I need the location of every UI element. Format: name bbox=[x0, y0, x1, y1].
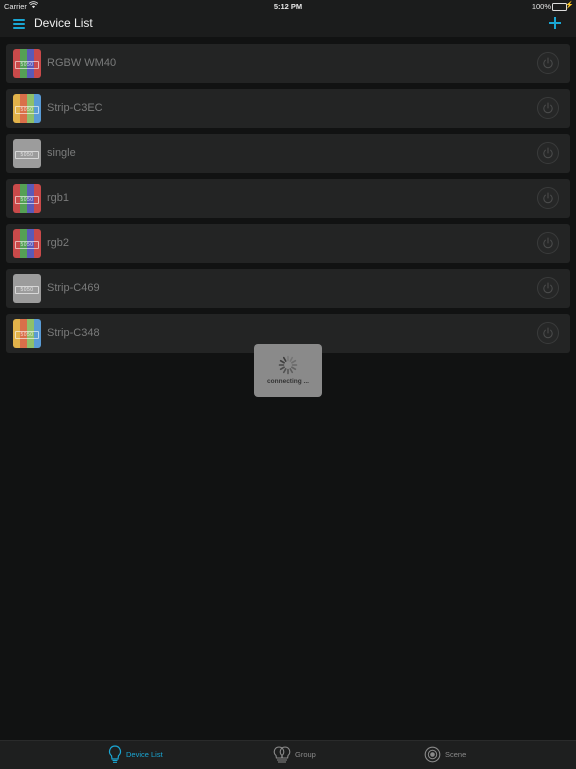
rgb-strip-icon: 5050 bbox=[13, 49, 41, 78]
strip-chip-label: 5050 bbox=[15, 151, 39, 159]
power-icon bbox=[543, 147, 553, 159]
tab-group[interactable]: Group bbox=[272, 741, 332, 769]
device-name: Strip-C348 bbox=[47, 327, 100, 339]
strip-chip-label: 5050 bbox=[15, 106, 39, 114]
add-device-plus-icon[interactable] bbox=[547, 15, 563, 31]
device-name: RGBW WM40 bbox=[47, 57, 117, 69]
device-list: 5050 RGBW WM40 5050 Strip-C3EC 5050 single 505… bbox=[6, 44, 570, 359]
power-icon bbox=[543, 102, 553, 114]
hamburger-menu-icon[interactable] bbox=[13, 19, 25, 29]
device-row[interactable]: 5050 Strip-C469 bbox=[6, 269, 570, 308]
single-color-strip-icon: 5050 bbox=[13, 139, 41, 168]
multicolor-strip-icon: 5050 bbox=[13, 94, 41, 123]
strip-chip-label: 5050 bbox=[15, 286, 39, 294]
device-row[interactable]: 5050 RGBW WM40 bbox=[6, 44, 570, 83]
tab-label-scene: Scene bbox=[445, 750, 467, 759]
device-name: Strip-C469 bbox=[47, 282, 100, 294]
device-row[interactable]: 5050 Strip-C3EC bbox=[6, 89, 570, 128]
device-name: Strip-C3EC bbox=[47, 102, 103, 114]
tab-label-group: Group bbox=[295, 750, 316, 759]
loading-hud: connecting ... bbox=[254, 344, 322, 397]
strip-chip-label: 5050 bbox=[15, 241, 39, 249]
tab-bar: Device List Group Scene bbox=[0, 740, 576, 769]
rgb-strip-icon: 5050 bbox=[13, 184, 41, 213]
strip-chip-label: 5050 bbox=[15, 196, 39, 204]
tab-scene[interactable]: Scene bbox=[424, 741, 484, 769]
power-icon bbox=[543, 237, 553, 249]
tab-label-device-list: Device List bbox=[126, 750, 163, 759]
charging-icon: ⚡ bbox=[565, 2, 574, 9]
power-button[interactable] bbox=[537, 142, 559, 164]
power-button[interactable] bbox=[537, 277, 559, 299]
power-button[interactable] bbox=[537, 52, 559, 74]
strip-chip-label: 5050 bbox=[15, 331, 39, 339]
power-button[interactable] bbox=[537, 322, 559, 344]
clock-label: 5:12 PM bbox=[273, 2, 303, 11]
device-name: rgb1 bbox=[47, 192, 70, 204]
power-icon bbox=[543, 192, 553, 204]
navigation-bar: Device List bbox=[0, 12, 576, 37]
device-row[interactable]: 5050 single bbox=[6, 134, 570, 173]
battery-percent: 100% bbox=[531, 2, 551, 11]
group-bulbs-icon bbox=[273, 746, 291, 763]
bulb-icon bbox=[109, 745, 121, 763]
device-name: rgb2 bbox=[47, 237, 70, 249]
power-button[interactable] bbox=[537, 232, 559, 254]
strip-chip-label: 5050 bbox=[15, 61, 39, 69]
spinner-icon bbox=[278, 355, 298, 375]
device-row[interactable]: 5050 rgb2 bbox=[6, 224, 570, 263]
hud-message: connecting ... bbox=[267, 378, 309, 385]
power-icon bbox=[543, 282, 553, 294]
power-button[interactable] bbox=[537, 187, 559, 209]
power-icon bbox=[543, 327, 553, 339]
device-row[interactable]: 5050 rgb1 bbox=[6, 179, 570, 218]
multicolor-strip-icon: 5050 bbox=[13, 319, 41, 348]
scene-icon bbox=[424, 746, 441, 763]
page-title: Device List bbox=[34, 16, 93, 30]
single-color-strip-icon: 5050 bbox=[13, 274, 41, 303]
power-button[interactable] bbox=[537, 97, 559, 119]
rgb-strip-icon: 5050 bbox=[13, 229, 41, 258]
power-icon bbox=[543, 57, 553, 69]
device-name: single bbox=[47, 147, 76, 159]
status-bar: Carrier 5:12 PM 100% ⚡ bbox=[0, 0, 576, 12]
tab-device-list[interactable]: Device List bbox=[108, 741, 178, 769]
